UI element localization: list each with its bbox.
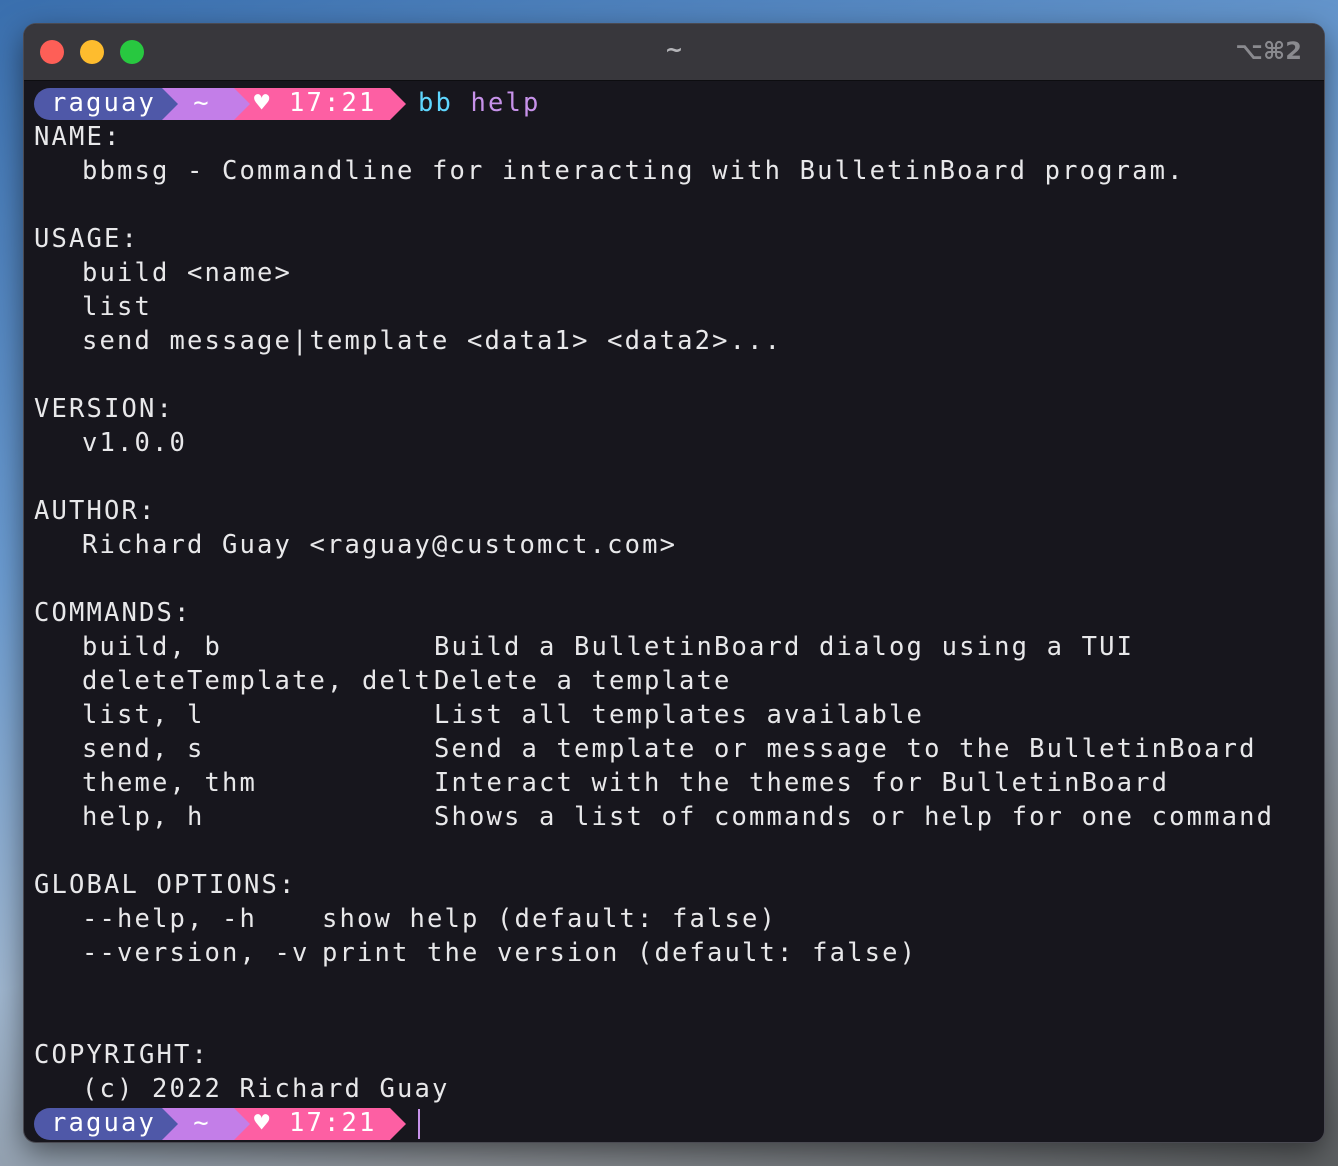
command-program: bb — [418, 88, 454, 118]
author-text: Richard Guay <raguay@customct.com> — [82, 530, 678, 560]
window-title: ~ — [664, 38, 684, 63]
prompt-separator — [234, 88, 250, 120]
usage-header: USAGE: — [34, 224, 140, 254]
usage-line: list — [82, 292, 153, 322]
name-text: bbmsg - Commandline for interacting with… — [82, 156, 1185, 186]
command-desc: Build a BulletinBoard dialog using a TUI — [434, 632, 1135, 662]
command-name: build, b — [82, 632, 223, 662]
usage-line: send message|template <data1> <data2>... — [82, 326, 783, 356]
option-desc: print the version (default: false) — [322, 938, 918, 968]
shell-prompt: raguay ~ ♥ 17:21 bb help — [34, 86, 634, 120]
option-desc: show help (default: false) — [322, 904, 778, 934]
option-flag: --version, -v — [82, 938, 310, 968]
command-desc: List all templates available — [434, 700, 925, 730]
tab-shortcut: ⌥⌘2 — [1235, 37, 1302, 65]
prompt-separator — [162, 1108, 178, 1140]
command-name: list, l — [82, 700, 205, 730]
terminal-content[interactable]: raguay ~ ♥ 17:21 bb help NAME: bbmsg - C… — [34, 86, 1324, 1142]
usage-line: build <name> — [82, 258, 293, 288]
prompt-separator — [234, 1108, 250, 1140]
name-header: NAME: — [34, 122, 122, 152]
terminal-window: ~ ⌥⌘2 raguay ~ ♥ 17:21 bb help NAME: bbm… — [24, 24, 1324, 1142]
title-bar: ~ ⌥⌘2 — [24, 24, 1324, 81]
prompt-time: ♥ 17:21 — [234, 88, 390, 120]
prompt-user: raguay — [34, 88, 162, 120]
typed-command: bb help — [418, 86, 541, 120]
command-name: theme, thm — [82, 768, 258, 798]
commands-header: COMMANDS: — [34, 598, 192, 628]
prompt-user: raguay — [34, 1108, 162, 1140]
command-name: help, h — [82, 802, 205, 832]
copyright-header: COPYRIGHT: — [34, 1040, 210, 1070]
prompt-separator — [390, 88, 406, 120]
text-cursor[interactable] — [418, 1109, 420, 1139]
author-header: AUTHOR: — [34, 496, 157, 526]
options-header: GLOBAL OPTIONS: — [34, 870, 297, 900]
version-header: VERSION: — [34, 394, 175, 424]
prompt-time: ♥ 17:21 — [234, 1108, 390, 1140]
shell-prompt: raguay ~ ♥ 17:21 — [34, 1106, 634, 1140]
option-flag: --help, -h — [82, 904, 258, 934]
command-name: send, s — [82, 734, 205, 764]
command-desc: Delete a template — [434, 666, 732, 696]
command-arg: help — [470, 88, 541, 118]
command-desc: Shows a list of commands or help for one… — [434, 802, 1275, 832]
version-text: v1.0.0 — [82, 428, 188, 458]
copyright-text: (c) 2022 Richard Guay — [82, 1074, 450, 1104]
prompt-separator — [162, 88, 178, 120]
command-desc: Send a template or message to the Bullet… — [434, 734, 1257, 764]
command-desc: Interact with the themes for BulletinBoa… — [434, 768, 1170, 798]
prompt-separator — [390, 1108, 406, 1140]
command-name: deleteTemplate, delt — [82, 666, 433, 696]
